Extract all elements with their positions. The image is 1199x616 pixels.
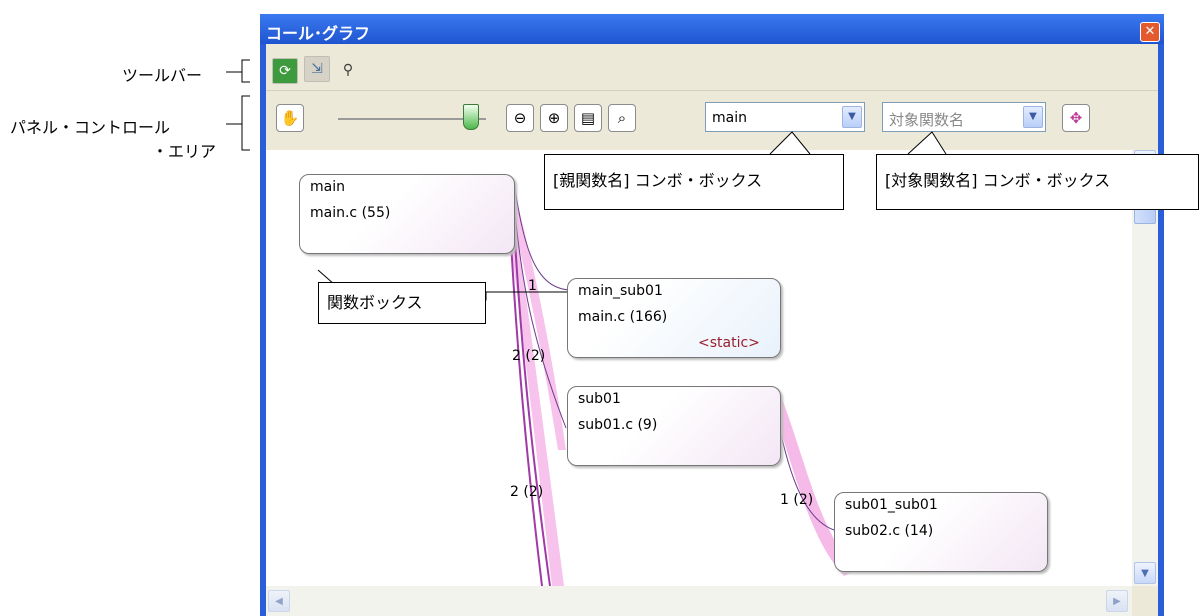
binoculars-icon[interactable]: ⚲: [336, 58, 360, 82]
graph-jump-icon[interactable]: ✥: [1062, 104, 1090, 132]
function-file: sub02.c (14): [845, 523, 934, 539]
fit-page-icon[interactable]: ▤: [574, 104, 602, 132]
toolbar: [266, 46, 1158, 91]
target-combo-callout: [対象関数名] コンボ・ボックス: [876, 154, 1199, 210]
function-name: sub01_sub01: [845, 497, 938, 513]
zoom-in-icon[interactable]: ⊕: [540, 104, 568, 132]
function-box-sub01[interactable]: sub01 sub01.c (9): [567, 386, 781, 466]
function-box-callout: 関数ボックス: [318, 282, 486, 324]
scrollbar-corner: [1132, 586, 1158, 616]
function-file: main.c (166): [578, 309, 668, 325]
zoom-out-icon[interactable]: ⊖: [506, 104, 534, 132]
edge-label: 2 (2): [510, 484, 544, 500]
function-name: sub01: [578, 391, 621, 407]
horizontal-scrollbar[interactable]: ◀ ▶: [266, 586, 1132, 616]
function-file: sub01.c (9): [578, 417, 658, 433]
layout-icon[interactable]: ⇲: [304, 56, 330, 82]
function-box-main-sub01[interactable]: main_sub01 main.c (166) <static>: [567, 278, 781, 358]
toolbar-label: ツールバー: [122, 66, 203, 85]
static-badge: <static>: [698, 335, 760, 351]
edge-label: 2 (2): [512, 348, 546, 364]
search-icon[interactable]: ⌕: [608, 104, 636, 132]
function-file: main.c (55): [310, 205, 391, 221]
panel-label: パネル・コントロール: [10, 118, 171, 137]
function-name: main_sub01: [578, 283, 663, 299]
edge-label: 1 (2): [780, 492, 814, 508]
hand-icon[interactable]: ✋: [276, 104, 304, 132]
function-box-main[interactable]: main main.c (55): [299, 174, 515, 254]
panel-label-2: ・エリア: [152, 142, 217, 161]
scroll-left-icon[interactable]: ◀: [268, 590, 290, 612]
target-function-combo[interactable]: 対象関数名 ▼: [882, 102, 1046, 132]
target-function-placeholder: 対象関数名: [889, 111, 965, 129]
graph-canvas[interactable]: 1 2 (2) 2 (2) 1 (2) main main.c (55) mai…: [266, 150, 1132, 586]
function-name: main: [310, 179, 345, 195]
vertical-scrollbar[interactable]: ▲ ▼: [1132, 150, 1158, 586]
title-bar[interactable]: [260, 14, 1164, 44]
chevron-down-icon[interactable]: ▼: [842, 106, 862, 128]
scroll-down-icon[interactable]: ▼: [1134, 562, 1156, 584]
zoom-slider-thumb[interactable]: [463, 104, 480, 130]
chevron-down-icon[interactable]: ▼: [1023, 106, 1043, 128]
parent-function-combo[interactable]: main ▼: [705, 102, 865, 132]
window-title: コール･グラフ: [266, 24, 371, 43]
refresh-icon[interactable]: ⟳: [272, 58, 298, 84]
edge-label: 1: [528, 278, 537, 294]
scroll-right-icon[interactable]: ▶: [1106, 590, 1128, 612]
parent-combo-callout: [親関数名] コンボ・ボックス: [544, 154, 844, 210]
panel-bracket: [226, 95, 250, 151]
parent-function-value: main: [712, 110, 747, 126]
toolbar-bracket: [226, 59, 250, 83]
close-icon[interactable]: ✕: [1140, 22, 1160, 42]
function-box-sub01-sub01[interactable]: sub01_sub01 sub02.c (14): [834, 492, 1048, 572]
